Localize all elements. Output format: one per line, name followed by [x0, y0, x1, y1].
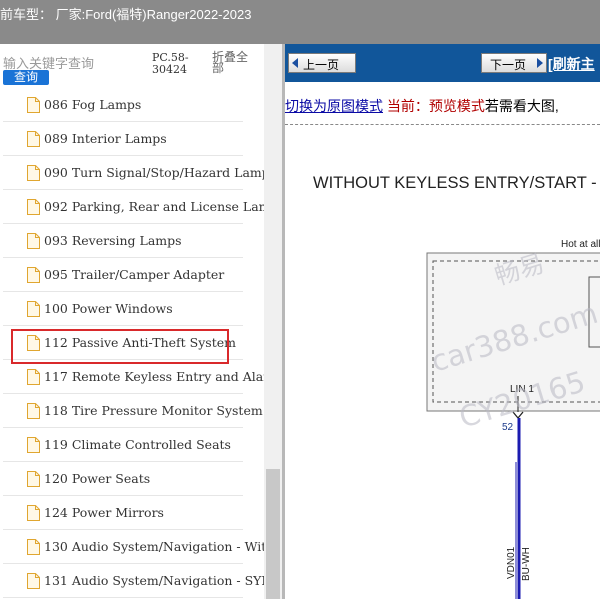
- nav-item[interactable]: 119 Climate Controlled Seats: [0, 428, 264, 462]
- current-mode-label: 当前：预览模式: [383, 98, 485, 114]
- wire-id-label: VDN01: [506, 546, 517, 579]
- document-icon: [27, 131, 40, 147]
- pin-number: 52: [502, 422, 514, 433]
- nav-item-label: 090 Turn Signal/Stop/Hazard Lamps: [44, 165, 277, 180]
- prev-page-label: 上一页: [303, 58, 340, 72]
- nav-item-label: 130 Audio System/Navigation - Without: [44, 539, 282, 554]
- wiring-diagram: WITHOUT KEYLESS ENTRY/START - PA Hot at …: [285, 132, 600, 599]
- refresh-link[interactable]: [刷新主: [548, 54, 595, 74]
- document-icon: [27, 199, 40, 215]
- nav-item-label: 086 Fog Lamps: [44, 97, 142, 112]
- nav-item-label: 100 Power Windows: [44, 301, 173, 316]
- document-icon: [27, 539, 40, 555]
- query-button[interactable]: 查询: [3, 70, 49, 85]
- diagram-title: WITHOUT KEYLESS ENTRY/START - PA: [313, 174, 600, 192]
- nav-item-label: 117 Remote Keyless Entry and Alarm: [44, 369, 282, 384]
- nav-item[interactable]: 086 Fog Lamps: [0, 88, 264, 122]
- highlight-box: [11, 329, 229, 364]
- document-icon: [27, 403, 40, 419]
- nav-item[interactable]: 112 Passive Anti-Theft System: [0, 326, 264, 364]
- nav-item[interactable]: 120 Power Seats: [0, 462, 264, 496]
- nav-item[interactable]: 124 Power Mirrors: [0, 496, 264, 530]
- page-nav-bar: 上一页 下一页 [刷新主: [285, 44, 600, 82]
- content-divider: [285, 124, 600, 125]
- mode-hint: 若需看大图,: [484, 98, 559, 114]
- nav-item-label: 124 Power Mirrors: [44, 505, 164, 520]
- document-icon: [27, 97, 40, 113]
- nav-item[interactable]: 089 Interior Lamps: [0, 122, 264, 156]
- nav-item[interactable]: 131 Audio System/Navigation - SYNC: [0, 564, 282, 598]
- nav-item-label: 131 Audio System/Navigation - SYNC: [44, 573, 282, 588]
- nav-item-label: 120 Power Seats: [44, 471, 151, 486]
- nav-item-label: 092 Parking, Rear and License Lamps: [44, 199, 282, 214]
- nav-item-label: 089 Interior Lamps: [44, 131, 167, 146]
- next-page-label: 下一页: [490, 58, 527, 72]
- document-icon: [27, 267, 40, 283]
- document-icon: [27, 165, 40, 181]
- wire-color-label: BU-WH: [521, 547, 532, 581]
- nav-item[interactable]: 100 Power Windows: [0, 292, 264, 326]
- document-icon: [27, 471, 40, 487]
- next-page-button[interactable]: 下一页: [481, 53, 547, 73]
- content-pane: 上一页 下一页 [刷新主 切换为原图模式 当前：预览模式若需看大图, WITHO…: [282, 44, 600, 599]
- nav-item[interactable]: 117 Remote Keyless Entry and Alarm: [0, 360, 281, 394]
- left-scrollbar[interactable]: [264, 44, 282, 599]
- document-icon: [27, 301, 40, 317]
- nav-item[interactable]: 093 Reversing Lamps: [0, 224, 264, 258]
- nav-item[interactable]: 090 Turn Signal/Stop/Hazard Lamps: [0, 156, 276, 190]
- nav-item[interactable]: 095 Trailer/Camper Adapter: [0, 258, 264, 292]
- left-navigation-pane: 查询 PC.58-30424 折叠全部 086 Fog Lamps 089 Int…: [0, 44, 282, 599]
- row-divider: [3, 597, 243, 598]
- document-icon: [27, 505, 40, 521]
- collapse-all-link[interactable]: 折叠全部: [212, 51, 258, 74]
- document-code: PC.58-30424: [152, 51, 189, 76]
- prev-page-button[interactable]: 上一页: [288, 53, 356, 73]
- nav-item[interactable]: 092 Parking, Rear and License Lamps: [0, 190, 282, 224]
- nav-tree: 086 Fog Lamps 089 Interior Lamps 090 Turn …: [0, 88, 282, 598]
- wiring-diagram-svg: WITHOUT KEYLESS ENTRY/START - PA Hot at …: [313, 174, 600, 599]
- switch-original-mode-link[interactable]: 切换为原图模式: [285, 98, 383, 114]
- document-icon: [27, 369, 40, 385]
- document-icon: [27, 233, 40, 249]
- nav-item[interactable]: 130 Audio System/Navigation - Without: [0, 530, 282, 564]
- nav-item-label: 095 Trailer/Camper Adapter: [44, 267, 225, 282]
- nav-item-label: 118 Tire Pressure Monitor System: [44, 403, 263, 418]
- nav-item-label: 093 Reversing Lamps: [44, 233, 182, 248]
- view-mode-bar: 切换为原图模式 当前：预览模式若需看大图,: [285, 96, 559, 116]
- hot-at-all-label: Hot at all: [561, 239, 600, 250]
- window-titlebar: 前车型： 厂家:Ford(福特)Ranger2022-2023: [0, 0, 600, 44]
- arrow-left-icon: [292, 58, 298, 68]
- window-title: 前车型： 厂家:Ford(福特)Ranger2022-2023: [0, 7, 252, 22]
- arrow-right-icon: [537, 58, 543, 68]
- scrollbar-thumb[interactable]: [266, 469, 280, 599]
- document-icon: [27, 573, 40, 589]
- nav-item[interactable]: 118 Tire Pressure Monitor System: [0, 394, 264, 428]
- document-icon: [27, 437, 40, 453]
- nav-item-label: 119 Climate Controlled Seats: [44, 437, 231, 452]
